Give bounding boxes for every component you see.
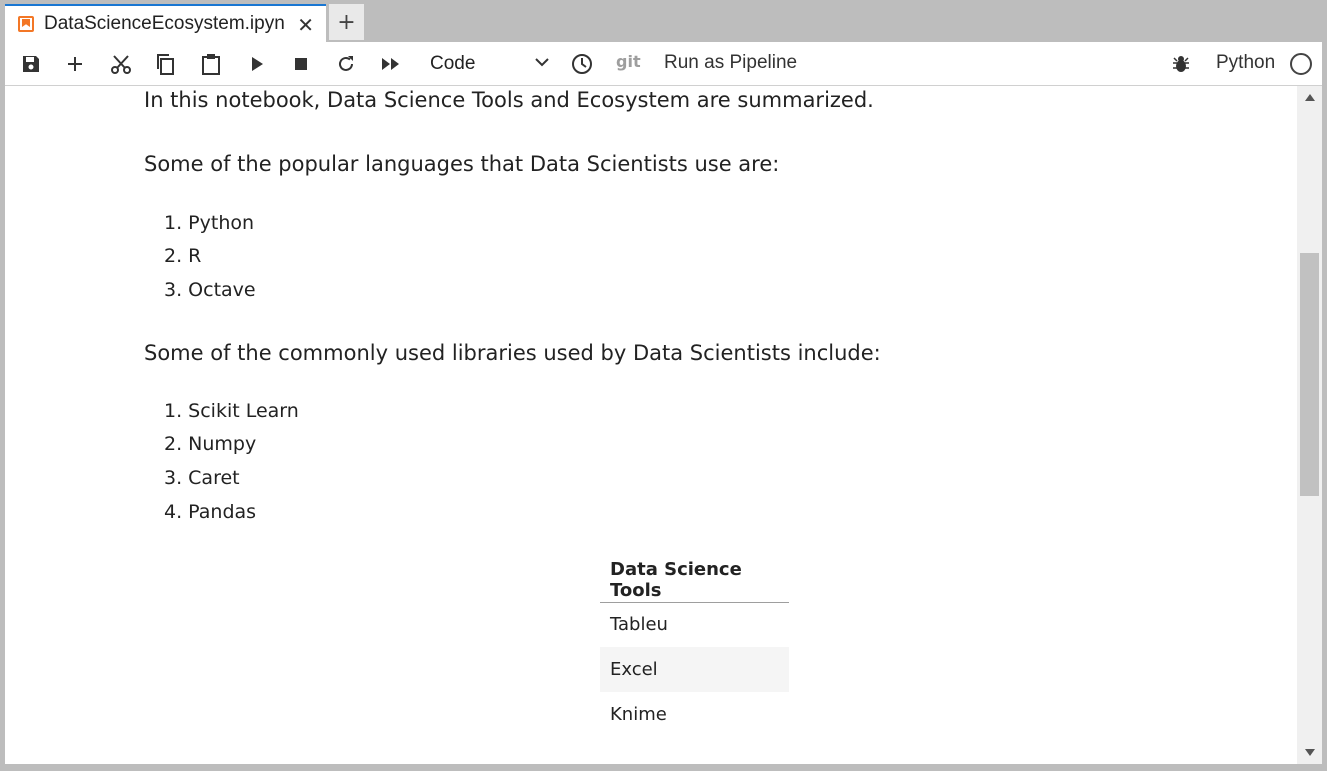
paste-icon[interactable] (199, 52, 223, 76)
kernel-status-indicator (1290, 53, 1312, 75)
table-header: Data Science Tools (600, 559, 789, 603)
languages-heading: Some of the popular languages that Data … (144, 152, 780, 176)
vertical-scrollbar[interactable] (1297, 86, 1322, 764)
table-row: Tableu (600, 602, 789, 647)
list-item: 1. Scikit Learn (164, 400, 299, 422)
notebook-panel: In this notebook, Data Science Tools and… (5, 86, 1297, 764)
chevron-down-icon (534, 54, 550, 76)
list-item: 1. Python (164, 212, 255, 234)
save-icon[interactable] (19, 52, 43, 76)
tab-bar: DataScienceEcosystem.ipyn ✕ + (0, 0, 1327, 42)
cut-icon[interactable] (109, 52, 133, 76)
table-row: Knime (600, 692, 789, 737)
git-button[interactable]: git (616, 52, 641, 71)
tools-table: Data Science Tools Tableu Excel Knime (600, 559, 789, 737)
notebook-toolbar: Code git Run as Pipeline Python (5, 42, 1322, 86)
restart-icon[interactable] (334, 52, 358, 76)
run-icon[interactable] (245, 52, 269, 76)
list-item: 4. Pandas (164, 501, 257, 523)
notebook-tab[interactable]: DataScienceEcosystem.ipyn ✕ (5, 4, 326, 42)
table-cell: Knime (610, 704, 667, 725)
stop-icon[interactable] (289, 52, 313, 76)
cell-type-select[interactable]: Code (430, 50, 550, 78)
scroll-thumb[interactable] (1300, 253, 1319, 496)
kernel-name[interactable]: Python (1216, 52, 1275, 74)
new-tab-button[interactable]: + (329, 4, 364, 40)
list-item: 3. Caret (164, 467, 240, 489)
list-item: 3. Octave (164, 279, 256, 301)
intro-text: In this notebook, Data Science Tools and… (144, 88, 874, 112)
scroll-up-arrow-icon[interactable] (1305, 94, 1315, 101)
run-all-icon[interactable] (379, 52, 403, 76)
table-row: Excel (600, 647, 789, 692)
history-icon[interactable] (570, 52, 594, 76)
run-as-pipeline-button[interactable]: Run as Pipeline (664, 52, 797, 74)
table-cell: Excel (600, 647, 789, 692)
list-item: 2. Numpy (164, 433, 257, 455)
tab-title: DataScienceEcosystem.ipyn (44, 13, 285, 34)
close-icon[interactable]: ✕ (297, 13, 314, 37)
list-item: 2. R (164, 245, 202, 267)
notebook-icon (18, 16, 34, 32)
cell-type-value: Code (430, 53, 476, 74)
scroll-down-arrow-icon[interactable] (1305, 749, 1315, 756)
table-cell: Tableu (610, 614, 668, 636)
libraries-heading: Some of the commonly used libraries used… (144, 341, 881, 365)
add-cell-icon[interactable] (63, 52, 87, 76)
copy-icon[interactable] (153, 52, 177, 76)
bug-icon[interactable] (1169, 52, 1193, 76)
